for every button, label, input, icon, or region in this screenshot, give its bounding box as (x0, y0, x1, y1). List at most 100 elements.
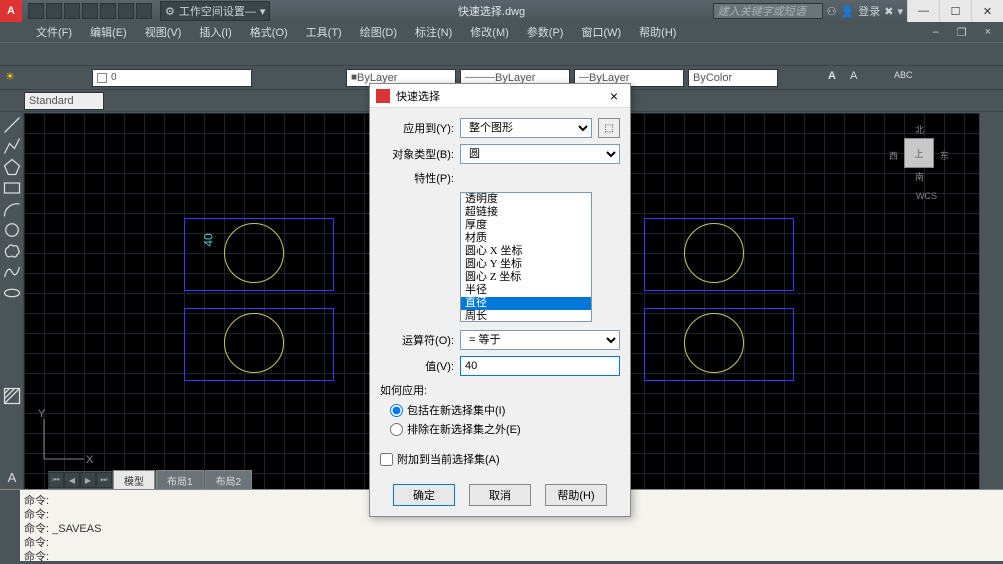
menu-file[interactable]: 文件(F) (28, 22, 80, 42)
line-icon[interactable] (2, 115, 22, 135)
close-button[interactable]: ✕ (971, 0, 1003, 22)
tb-mod7-icon[interactable] (792, 44, 812, 64)
tb-zoomprev-icon[interactable] (337, 44, 357, 64)
exchange-icon[interactable]: ✖ (884, 5, 893, 18)
select-objects-button[interactable]: ⬚ (598, 118, 620, 138)
tb-mod6-icon[interactable] (771, 44, 791, 64)
tb-markup-icon[interactable] (447, 44, 467, 64)
table-icon[interactable] (2, 447, 22, 466)
tb-ssm-icon[interactable] (426, 44, 446, 64)
tb-mod1-icon[interactable] (666, 44, 686, 64)
tb-zoomwin-icon[interactable] (316, 44, 336, 64)
fillet-icon[interactable] (982, 409, 1002, 429)
mirror-icon[interactable] (982, 157, 1002, 177)
layer-freeze-icon[interactable] (26, 69, 44, 87)
menu-edit[interactable]: 编辑(E) (82, 22, 135, 42)
spline-icon[interactable] (2, 262, 22, 282)
qat-new-icon[interactable] (28, 3, 44, 19)
login-label[interactable]: 登录 (858, 3, 880, 19)
circle-icon[interactable] (2, 220, 22, 240)
move-icon[interactable] (982, 220, 1002, 240)
cancel-button[interactable]: 取消 (469, 484, 531, 506)
mdi-restore-icon[interactable]: ❐ (949, 24, 975, 41)
menu-tools[interactable]: 工具(T) (298, 22, 350, 42)
array-icon[interactable] (982, 199, 1002, 219)
tb-mod15-icon[interactable] (960, 44, 980, 64)
tab-first-icon[interactable]: ⏮ (48, 472, 64, 488)
tb-plot-icon[interactable] (70, 44, 90, 64)
help-button[interactable]: 帮助(H) (545, 484, 607, 506)
tab-last-icon[interactable]: ⏭ (96, 472, 112, 488)
qat-redo-icon[interactable] (136, 3, 152, 19)
tab-layout1[interactable]: 布局1 (156, 470, 204, 490)
region-icon[interactable] (2, 427, 22, 446)
tb-mod5-icon[interactable] (750, 44, 770, 64)
text-scale-icon[interactable] (915, 69, 933, 87)
infocenter-icon[interactable]: ⚇ (827, 5, 837, 18)
tb-pan-icon[interactable] (274, 44, 294, 64)
tb-mod3-icon[interactable] (708, 44, 728, 64)
prop-item[interactable]: 圆心 Z 坐标 (461, 271, 591, 284)
app-logo[interactable]: A (0, 0, 22, 22)
qat-plot-icon[interactable] (100, 3, 116, 19)
extend-icon[interactable] (982, 325, 1002, 345)
mdi-minimize-icon[interactable]: – (925, 24, 947, 41)
trim-icon[interactable] (982, 304, 1002, 324)
text-just-icon[interactable] (937, 69, 955, 87)
tb-tp-icon[interactable] (405, 44, 425, 64)
polygon-icon[interactable] (2, 157, 22, 177)
menu-help[interactable]: 帮助(H) (631, 22, 684, 42)
prop-item[interactable]: 透明度 (461, 193, 591, 206)
qat-saveas-icon[interactable] (82, 3, 98, 19)
gradient-icon[interactable] (2, 407, 22, 426)
tab-prev-icon[interactable]: ◀ (64, 472, 80, 488)
search-box[interactable]: 建入关键字或短语 (713, 3, 823, 19)
tb-copy-icon[interactable] (159, 44, 179, 64)
offset-icon[interactable] (982, 178, 1002, 198)
rectangle-icon[interactable] (2, 178, 22, 198)
ellipsearc-icon[interactable] (2, 304, 22, 323)
scale-icon[interactable] (982, 262, 1002, 282)
layer-lock-icon[interactable] (48, 69, 66, 87)
operator-select[interactable]: = 等于 (460, 330, 620, 350)
revcloud-icon[interactable] (2, 241, 22, 261)
chamfer-icon[interactable] (982, 388, 1002, 408)
copy-icon[interactable] (982, 136, 1002, 156)
menu-window[interactable]: 窗口(W) (573, 22, 629, 42)
break-icon[interactable] (982, 346, 1002, 366)
menu-draw[interactable]: 绘图(D) (352, 22, 405, 42)
tb-dc-icon[interactable] (384, 44, 404, 64)
exclude-radio[interactable]: 排除在新选择集之外(E) (390, 421, 620, 437)
prop-item[interactable]: 直径 (461, 297, 591, 310)
layer-mgr-icon[interactable] (256, 69, 274, 87)
dialog-close-button[interactable]: × (604, 88, 624, 104)
arc-icon[interactable] (2, 199, 22, 219)
tb-undo-icon[interactable] (227, 44, 247, 64)
prop-item[interactable]: 周长 (461, 310, 591, 322)
erase-icon[interactable] (982, 115, 1002, 135)
prop-item[interactable]: 材质 (461, 232, 591, 245)
layer-iso-icon[interactable] (300, 69, 318, 87)
tb-mod10-icon[interactable] (855, 44, 875, 64)
properties-listbox[interactable]: 透明度超链接厚度材质圆心 X 坐标圆心 Y 坐标圆心 Z 坐标半径直径周长面积法… (460, 192, 592, 322)
tb-preview-icon[interactable] (91, 44, 111, 64)
menu-insert[interactable]: 插入(I) (191, 22, 239, 42)
rotate-icon[interactable] (982, 241, 1002, 261)
tb-open-icon[interactable] (23, 44, 43, 64)
explode-icon[interactable] (982, 430, 1002, 450)
text-field-icon[interactable] (959, 69, 977, 87)
tab-model[interactable]: 模型 (113, 470, 155, 490)
stretch-icon[interactable] (982, 283, 1002, 303)
cmd-side3-icon[interactable] (2, 526, 18, 542)
dimstyle-combo[interactable]: Standard (24, 92, 104, 110)
help-icon[interactable]: ▾ (897, 5, 903, 18)
prop-item[interactable]: 圆心 X 坐标 (461, 245, 591, 258)
text-A-icon[interactable]: A (827, 69, 845, 87)
layer-sun-icon[interactable]: ☀ (4, 69, 22, 87)
tb-publish-icon[interactable] (112, 44, 132, 64)
hatch-icon[interactable] (2, 386, 22, 406)
pline-icon[interactable] (2, 136, 22, 156)
tab-layout2[interactable]: 布局2 (205, 470, 253, 490)
value-input[interactable] (460, 356, 620, 376)
signin-icon[interactable]: 👤 (841, 5, 855, 18)
